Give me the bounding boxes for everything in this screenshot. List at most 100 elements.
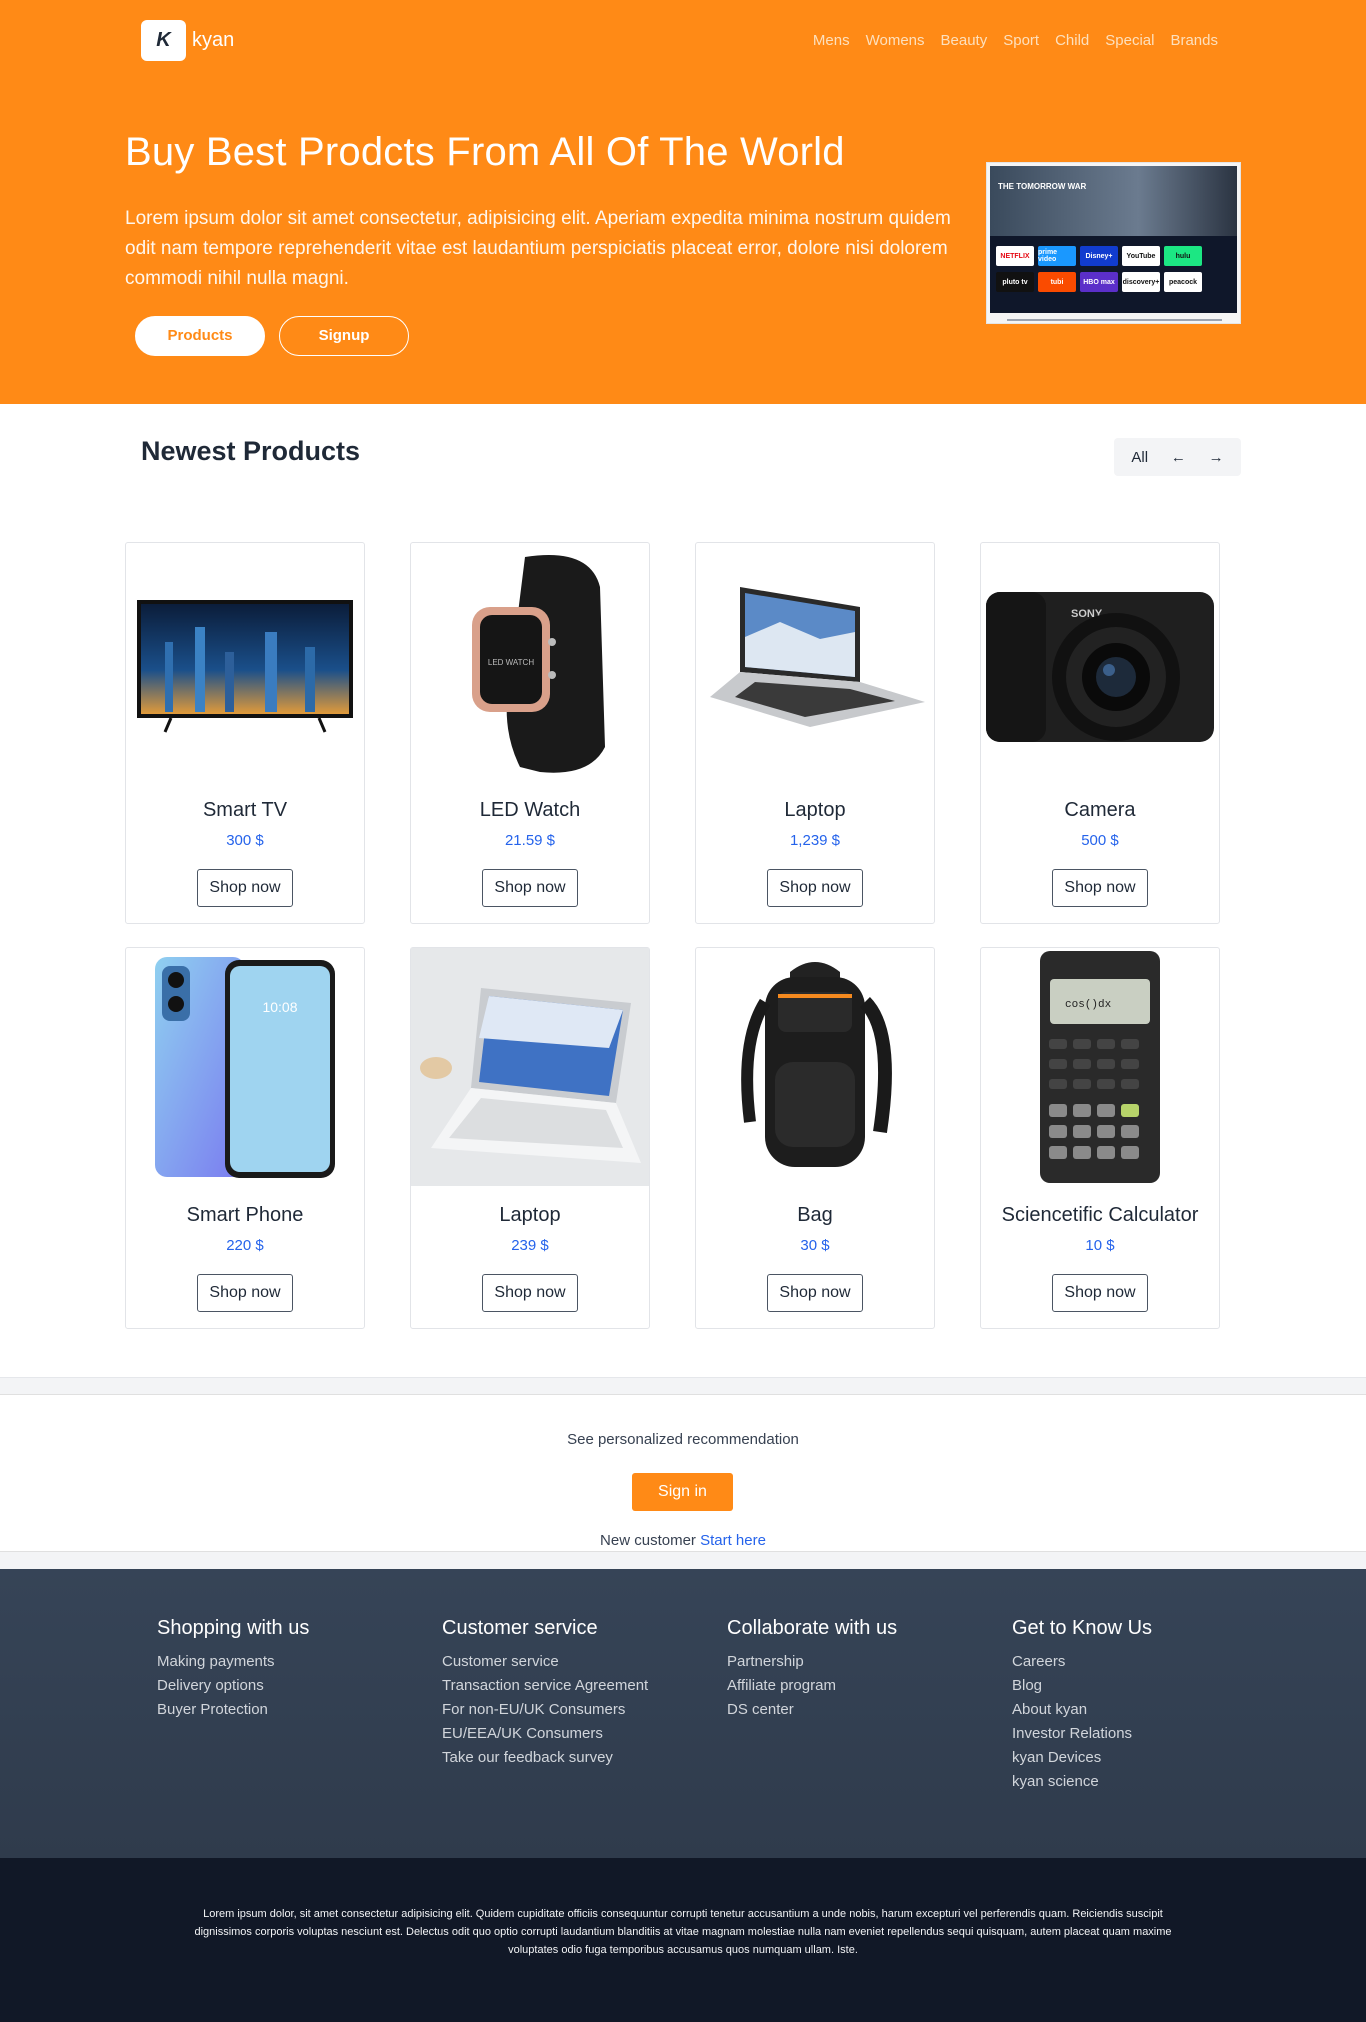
filter-all-button[interactable]: All: [1131, 449, 1148, 466]
nav-item-brands[interactable]: Brands: [1170, 32, 1218, 49]
recommendation-box: See personalized recommendation Sign in …: [0, 1394, 1366, 1552]
footer-column-shopping: Shopping with us Making payments Deliver…: [157, 1617, 309, 1722]
footer-link[interactable]: kyan Devices: [1012, 1746, 1152, 1770]
product-image-calculator: cos()dx: [981, 948, 1219, 1186]
shop-now-button[interactable]: Shop now: [1052, 869, 1148, 907]
shop-now-button[interactable]: Shop now: [197, 869, 293, 907]
product-image-laptop: [696, 543, 934, 781]
product-image-bag: [696, 948, 934, 1186]
tv-stand: [1007, 315, 1222, 321]
new-customer-line: New customer Start here: [0, 1532, 1366, 1549]
nav-item-mens[interactable]: Mens: [813, 32, 850, 49]
newest-products-title: Newest Products: [141, 436, 361, 466]
footer-link[interactable]: Transaction service Agreement: [442, 1674, 648, 1698]
arrow-right-icon[interactable]: →: [1209, 449, 1224, 466]
footer-column-title: Get to Know Us: [1012, 1617, 1153, 1639]
bottom-bar: Lorem ipsum dolor, sit amet consectetur …: [0, 1858, 1366, 2022]
product-name: Laptop: [784, 799, 846, 821]
shop-now-button[interactable]: Shop now: [767, 869, 863, 907]
tv-app-tile: discovery+: [1122, 272, 1160, 292]
products-button[interactable]: Products: [135, 316, 265, 356]
tv-app-tile: peacock: [1164, 272, 1202, 292]
brand-logo[interactable]: K kyan: [141, 20, 234, 61]
product-image-camera: SONY: [981, 543, 1219, 781]
footer-link[interactable]: DS center: [727, 1698, 897, 1722]
footer-link[interactable]: Careers: [1012, 1650, 1152, 1674]
tv-app-tile: tubi: [1038, 272, 1076, 292]
svg-text:10:08: 10:08: [262, 999, 297, 1015]
new-customer-label: New customer: [600, 1532, 696, 1549]
footer-column-title: Customer service: [442, 1617, 598, 1639]
logo-icon: K: [141, 20, 186, 61]
footer-column-title: Collaborate with us: [727, 1617, 898, 1639]
product-price: 500 $: [1081, 832, 1119, 849]
hero-tv-image: THE TOMORROW WAR NETFLIX prime video Dis…: [986, 162, 1241, 324]
product-name: Bag: [797, 1204, 833, 1226]
product-card: Laptop 239 $ Shop now: [410, 947, 650, 1329]
svg-text:LED WATCH: LED WATCH: [488, 658, 534, 667]
nav-item-child[interactable]: Child: [1055, 32, 1089, 49]
arrow-left-icon[interactable]: ←: [1171, 449, 1186, 466]
shop-now-button[interactable]: Shop now: [197, 1274, 293, 1312]
product-card: SONY Camera 500 $ Shop now: [980, 542, 1220, 924]
tv-app-tile: YouTube: [1122, 246, 1160, 266]
footer-link[interactable]: For non-EU/UK Consumers: [442, 1698, 648, 1722]
footer-column-customer-service: Customer service Customer service Transa…: [442, 1617, 648, 1770]
tv-app-tile: Disney+: [1080, 246, 1118, 266]
main-nav: Mens Womens Beauty Sport Child Special B…: [813, 32, 1218, 49]
tv-app-row-2: pluto tv tubi HBO max discovery+ peacock: [996, 272, 1202, 292]
product-name: Camera: [1064, 799, 1136, 821]
tv-banner: THE TOMORROW WAR: [990, 166, 1237, 236]
footer-link[interactable]: Partnership: [727, 1650, 897, 1674]
product-price: 30 $: [800, 1237, 830, 1254]
product-name: Smart Phone: [186, 1204, 304, 1226]
product-image-laptop: [411, 948, 649, 1186]
tv-screen: THE TOMORROW WAR NETFLIX prime video Dis…: [990, 166, 1237, 313]
product-name: Smart TV: [202, 799, 288, 821]
shop-now-button[interactable]: Shop now: [482, 1274, 578, 1312]
footer-link[interactable]: Customer service: [442, 1650, 648, 1674]
footer: Shopping with us Making payments Deliver…: [0, 1569, 1366, 1858]
product-image-smart-phone: 10:08: [126, 948, 364, 1186]
shop-now-button[interactable]: Shop now: [1052, 1274, 1148, 1312]
nav-item-sport[interactable]: Sport: [1003, 32, 1039, 49]
product-card: LED WATCH LED Watch 21.59 $ Shop now: [410, 542, 650, 924]
sign-in-button[interactable]: Sign in: [632, 1473, 733, 1511]
tv-banner-title: THE TOMORROW WAR: [998, 182, 1087, 191]
tv-app-tile: hulu: [1164, 246, 1202, 266]
recommendation-text: See personalized recommendation: [567, 1431, 799, 1448]
footer-link[interactable]: Delivery options: [157, 1674, 309, 1698]
product-card: Smart TV 300 $ Shop now: [125, 542, 365, 924]
logo-letter: K: [156, 29, 171, 51]
footer-column-title: Shopping with us: [157, 1617, 310, 1639]
nav-item-beauty[interactable]: Beauty: [941, 32, 988, 49]
start-here-link[interactable]: Start here: [700, 1532, 766, 1549]
tv-app-tile: HBO max: [1080, 272, 1118, 292]
footer-link[interactable]: Making payments: [157, 1650, 309, 1674]
footer-link[interactable]: Buyer Protection: [157, 1698, 309, 1722]
product-name: Sciencetific Calculator: [1001, 1204, 1199, 1226]
footer-link[interactable]: Take our feedback survey: [442, 1746, 648, 1770]
signup-button[interactable]: Signup: [279, 316, 409, 356]
product-card: Bag 30 $ Shop now: [695, 947, 935, 1329]
nav-item-special[interactable]: Special: [1105, 32, 1154, 49]
tv-app-row-1: NETFLIX prime video Disney+ YouTube hulu: [996, 246, 1202, 266]
footer-link[interactable]: kyan science: [1012, 1770, 1152, 1794]
tv-app-tile: pluto tv: [996, 272, 1034, 292]
nav-item-womens[interactable]: Womens: [866, 32, 925, 49]
hero-description: Lorem ipsum dolor sit amet consectetur, …: [125, 208, 951, 289]
hero-title: Buy Best Prodcts From All Of The World: [125, 130, 845, 174]
footer-link[interactable]: EU/EEA/UK Consumers: [442, 1722, 648, 1746]
shop-now-button[interactable]: Shop now: [482, 869, 578, 907]
svg-text:cos()dx: cos()dx: [1065, 999, 1112, 1011]
bottom-text: Lorem ipsum dolor, sit amet consectetur …: [194, 1908, 1172, 1956]
footer-link[interactable]: About kyan: [1012, 1698, 1152, 1722]
footer-link[interactable]: Blog: [1012, 1674, 1152, 1698]
shop-now-button[interactable]: Shop now: [767, 1274, 863, 1312]
tv-app-tile: NETFLIX: [996, 246, 1034, 266]
footer-link[interactable]: Investor Relations: [1012, 1722, 1152, 1746]
product-price: 220 $: [226, 1237, 264, 1254]
recommendation-section: See personalized recommendation Sign in …: [0, 1377, 1366, 1569]
footer-link[interactable]: Affiliate program: [727, 1674, 897, 1698]
product-price: 1,239 $: [789, 832, 841, 849]
